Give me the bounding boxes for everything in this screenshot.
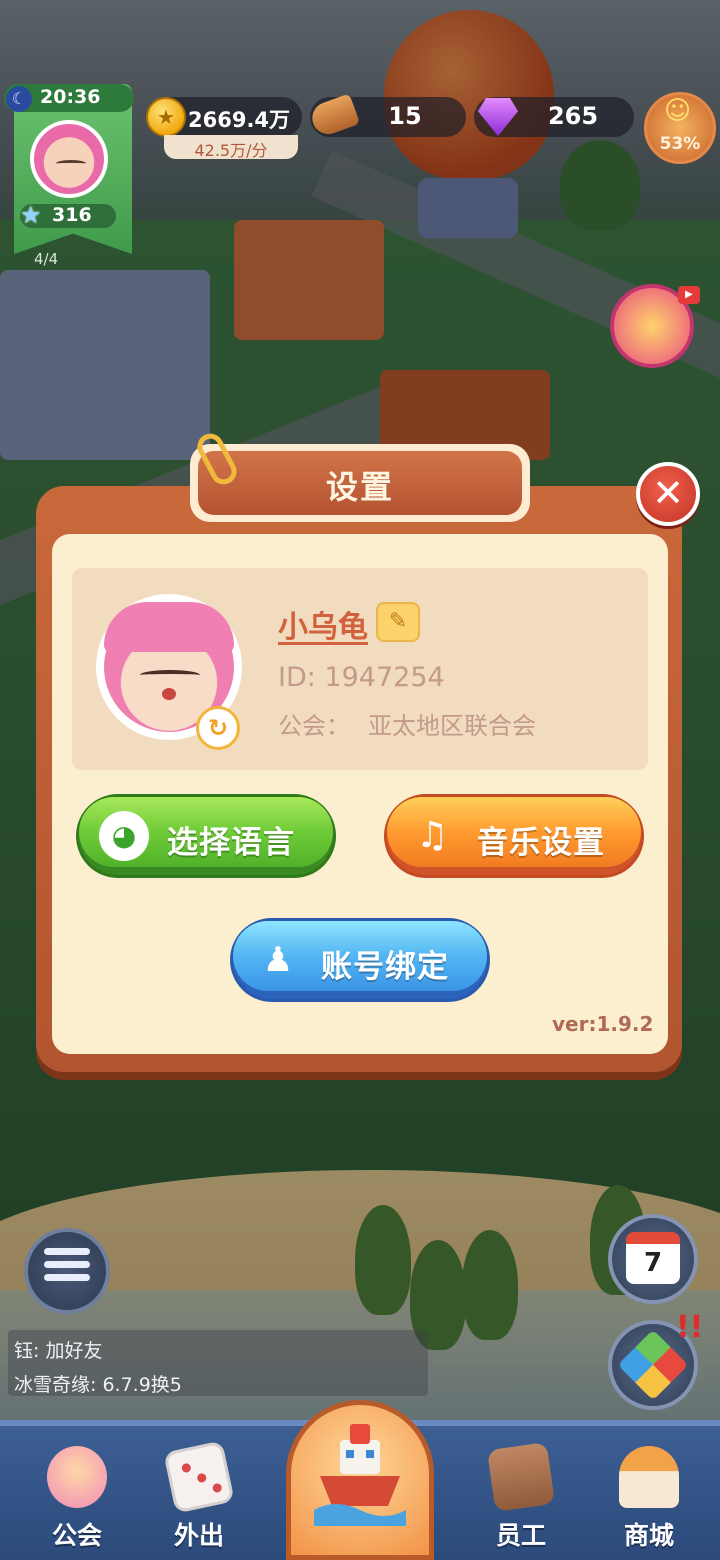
account-binding-label: 账号绑定 bbox=[321, 949, 449, 985]
select-language-button[interactable]: ◕ 选择语言 bbox=[76, 794, 336, 878]
music-settings-label: 音乐设置 bbox=[477, 825, 605, 861]
globe-icon: ◕ bbox=[99, 811, 149, 861]
close-icon[interactable]: ✕ bbox=[636, 462, 700, 526]
calendar-icon: 7 bbox=[626, 1232, 680, 1284]
player-avatar[interactable] bbox=[30, 120, 108, 198]
coin-icon: ★ bbox=[146, 97, 186, 137]
dialog-title: 设置 bbox=[325, 468, 394, 506]
chat-message: 冰雪奇缘: 6.7.9换5 bbox=[14, 1374, 182, 1396]
user-icon: ♟ bbox=[262, 940, 294, 980]
avatar-eyes bbox=[56, 160, 86, 167]
guild-info: 公会： 亚太地区联合会 bbox=[278, 706, 536, 741]
select-language-label: 选择语言 bbox=[167, 825, 295, 861]
tab-travel[interactable]: 外出 bbox=[144, 1440, 254, 1560]
tab-label: 员工 bbox=[495, 1521, 546, 1550]
refresh-icon[interactable]: ↻ bbox=[196, 706, 240, 750]
guild-girl-icon bbox=[47, 1446, 107, 1508]
happiness-percent: 53% bbox=[659, 134, 701, 154]
game-time: 20:36 bbox=[40, 86, 101, 108]
list-menu-icon bbox=[44, 1248, 90, 1294]
moon-icon: ☾ bbox=[6, 86, 32, 112]
coin-rate: 42.5万/分 bbox=[194, 141, 268, 160]
tab-staff[interactable]: 员工 bbox=[466, 1442, 576, 1560]
star-icon: ★ bbox=[20, 201, 42, 229]
coin-amount: 2669.4万 bbox=[188, 108, 291, 132]
gem-amount: 265 bbox=[547, 102, 599, 130]
music-settings-button[interactable]: ♫ 音乐设置 bbox=[384, 794, 644, 878]
avatar-eyes bbox=[140, 670, 200, 680]
alert-icon: !! bbox=[676, 1310, 704, 1345]
wood-amount: 15 bbox=[388, 102, 422, 130]
tab-label: 商城 bbox=[623, 1521, 674, 1550]
dice-icon bbox=[163, 1440, 235, 1514]
tab-label: 外出 bbox=[173, 1521, 224, 1550]
staff-book-icon bbox=[486, 1442, 556, 1512]
version-label: ver:1.9.2 bbox=[552, 1012, 654, 1036]
avatar-hat bbox=[104, 602, 234, 652]
guild-name: 亚太地区联合会 bbox=[368, 712, 536, 740]
guild-label: 公会： bbox=[278, 712, 350, 740]
nickname-link[interactable]: 小乌龟 bbox=[278, 602, 368, 646]
tab-guild[interactable]: 公会 bbox=[22, 1446, 132, 1560]
avatar-mouth bbox=[162, 688, 176, 700]
ship-icon bbox=[314, 1424, 406, 1526]
shop-icon bbox=[619, 1446, 679, 1508]
user-id: ID: 1947254 bbox=[278, 662, 445, 693]
tab-label: 公会 bbox=[51, 1521, 102, 1550]
player-level: 316 bbox=[52, 204, 92, 226]
pencil-icon[interactable]: ✎ bbox=[376, 602, 420, 642]
tab-shop[interactable]: 商城 bbox=[594, 1446, 704, 1560]
chat-message: 钰: 加好友 bbox=[14, 1340, 103, 1362]
slots-count: 4/4 bbox=[34, 250, 59, 268]
music-note-icon: ♫ bbox=[415, 815, 449, 856]
smiley-icon: ☺ bbox=[664, 96, 692, 126]
video-play-icon: ▶ bbox=[678, 286, 700, 304]
account-binding-button[interactable]: ♟ 账号绑定 bbox=[230, 918, 490, 1002]
